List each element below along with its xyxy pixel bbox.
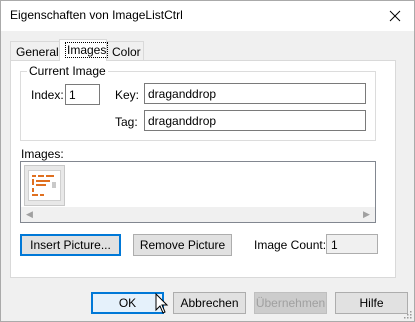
images-label: Images: xyxy=(21,147,64,161)
scroll-right-icon[interactable]: ▶ xyxy=(359,208,374,221)
tab-color-label: Color xyxy=(112,45,141,59)
image-thumbnail[interactable] xyxy=(24,165,65,206)
remove-picture-button[interactable]: Remove Picture xyxy=(133,234,232,256)
properties-dialog: Eigenschaften von ImageListCtrl General … xyxy=(0,0,415,322)
index-label: Index: xyxy=(31,88,64,102)
insert-picture-button[interactable]: Insert Picture... xyxy=(20,234,121,256)
key-label: Key: xyxy=(115,88,140,102)
current-image-group-label: Current Image xyxy=(27,64,108,78)
help-button[interactable]: Hilfe xyxy=(335,292,408,314)
tag-label: Tag: xyxy=(115,115,138,129)
mouse-pointer-icon xyxy=(155,293,169,314)
scroll-left-icon[interactable]: ◀ xyxy=(22,208,37,221)
image-count-label: Image Count: xyxy=(254,238,327,252)
close-icon xyxy=(389,10,400,22)
index-field[interactable]: 1 xyxy=(65,84,100,105)
key-field[interactable]: draganddrop xyxy=(144,83,366,104)
apply-button[interactable]: Übernehmen xyxy=(254,292,327,314)
title-bar: Eigenschaften von ImageListCtrl xyxy=(1,1,414,31)
tab-images-label: Images xyxy=(65,42,109,58)
resize-grip-icon[interactable] xyxy=(402,309,412,319)
image-count-field: 1 xyxy=(326,234,378,254)
image-preview-icon xyxy=(28,170,61,201)
close-button[interactable] xyxy=(375,1,414,31)
window-title: Eigenschaften von ImageListCtrl xyxy=(10,8,183,22)
cancel-button[interactable]: Abbrechen xyxy=(173,292,246,314)
images-list[interactable]: ◀ ▶ xyxy=(20,161,376,223)
images-horizontal-scrollbar[interactable]: ◀ ▶ xyxy=(21,207,375,222)
tab-color[interactable]: Color xyxy=(106,41,144,61)
ok-button[interactable]: OK xyxy=(91,292,164,314)
tab-general-label: General xyxy=(16,45,59,59)
tab-images[interactable]: Images xyxy=(59,39,109,61)
tag-field[interactable]: draganddrop xyxy=(144,110,366,131)
tab-general[interactable]: General xyxy=(10,41,60,61)
